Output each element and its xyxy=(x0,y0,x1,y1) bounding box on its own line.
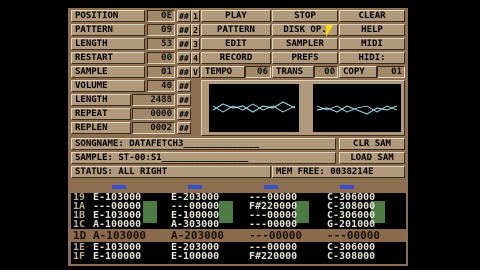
restart-num: 4 xyxy=(191,52,200,64)
clear-button[interactable]: CLEAR xyxy=(339,10,405,22)
songname-fill: ______________ xyxy=(183,139,260,149)
protracker-screen: POSITION 0E ## 1 PATTERN 09 ## 2 LENGTH … xyxy=(68,8,408,266)
channel1-glow xyxy=(143,201,157,223)
tempo-value[interactable]: 06 xyxy=(245,66,271,78)
restart-value: 00 xyxy=(147,52,175,64)
record-button[interactable]: RECORD xyxy=(201,52,271,64)
right-scope xyxy=(313,84,401,132)
left-scope-wave xyxy=(212,101,296,113)
length-label: LENGTH xyxy=(71,38,145,50)
sample-length-label: LENGTH xyxy=(71,94,131,106)
position-label: POSITION xyxy=(71,10,145,22)
replen-arrows[interactable]: ## xyxy=(177,122,191,134)
cursor-cell[interactable]: ---00000 xyxy=(327,229,380,242)
trans-label: TRANS xyxy=(272,66,314,78)
repeat-label: REPEAT xyxy=(71,108,131,120)
volume-arrows[interactable]: ## xyxy=(177,80,191,92)
copy-label: COPY xyxy=(339,66,377,78)
status-label: STATUS: xyxy=(75,167,113,177)
replen-label: REPLEN xyxy=(71,122,131,134)
stop-button[interactable]: STOP xyxy=(272,10,338,22)
pattern-cell[interactable]: E-100000 xyxy=(93,252,141,262)
sample-label: SAMPLE xyxy=(71,66,145,78)
sample-extra[interactable]: V xyxy=(191,66,200,78)
status-bar: STATUS: ALL RIGHT xyxy=(71,166,271,178)
vu-meter-2 xyxy=(188,185,202,189)
pattern-editor[interactable]: 19 E-103000 E-203000 ---00000 C-306000 1… xyxy=(71,193,406,264)
sample-length-arrows[interactable]: ## xyxy=(177,94,191,106)
pattern-num: 2 xyxy=(191,24,200,36)
volume-label: VOLUME xyxy=(71,80,145,92)
pattern-cell[interactable]: F#220000 xyxy=(249,252,297,262)
pattern-cell[interactable]: C-308000 xyxy=(327,252,375,262)
position-value: 0E xyxy=(147,10,175,22)
help-button[interactable]: HELP xyxy=(339,24,405,36)
restart-label: RESTART xyxy=(71,52,145,64)
sampler-button[interactable]: SAMPLER xyxy=(272,38,338,50)
sample-arrows[interactable]: ## xyxy=(177,66,191,78)
pattern-cell[interactable]: E-100000 xyxy=(171,252,219,262)
sample-length-value: 2488 xyxy=(132,94,175,106)
songname-field[interactable]: SONGNAME: DATAFETCH3______________ xyxy=(71,138,336,150)
midi-button[interactable]: MIDI xyxy=(339,38,405,50)
replen-value: 0002 xyxy=(132,122,175,134)
samplename-value: ST-00:S1 xyxy=(118,153,162,163)
copy-value[interactable]: 01 xyxy=(377,66,405,78)
sample-value: 01 xyxy=(147,66,175,78)
pattern-arrows[interactable]: ## xyxy=(177,24,191,36)
tempo-label: TEMPO xyxy=(201,66,245,78)
cursor-cell[interactable]: A-203000 xyxy=(171,229,224,242)
right-scope-wave xyxy=(316,105,398,115)
edit-button[interactable]: EDIT xyxy=(201,38,271,50)
mouse-pointer-icon xyxy=(326,25,333,37)
mem-free: MEM FREE: 0038214E xyxy=(272,166,405,178)
mem-free-label: MEM FREE: xyxy=(276,167,325,177)
position-arrows[interactable]: ## xyxy=(177,10,191,22)
songname-value: DATAFETCH3 xyxy=(129,139,184,149)
repeat-value: 0000 xyxy=(132,108,175,120)
load-sample-button[interactable]: LOAD SAM xyxy=(339,152,405,164)
songname-label: SONGNAME: xyxy=(75,139,124,149)
vu-meter-4 xyxy=(340,185,354,189)
position-num: 1 xyxy=(191,10,200,22)
samplename-fill: ________________ xyxy=(161,153,249,163)
cursor-cell[interactable]: A-103000 xyxy=(93,229,146,242)
channel2-glow xyxy=(219,201,233,223)
status-value: ALL RIGHT xyxy=(118,167,168,177)
mem-free-value: 0038214E xyxy=(330,167,374,177)
trans-value[interactable]: 00 xyxy=(314,66,338,78)
restart-arrows[interactable]: ## xyxy=(177,52,191,64)
samplename-field[interactable]: SAMPLE: ST-00:S1________________ xyxy=(71,152,336,164)
length-arrows[interactable]: ## xyxy=(177,38,191,50)
volume-value: 40 xyxy=(147,80,175,92)
cursor-cell[interactable]: ---00000 xyxy=(249,229,302,242)
pattern-value: 09 xyxy=(147,24,175,36)
pattern-button[interactable]: PATTERN xyxy=(201,24,271,36)
repeat-arrows[interactable]: ## xyxy=(177,108,191,120)
vu-meter-3 xyxy=(264,185,278,189)
vu-meter-1 xyxy=(112,185,126,189)
prefs-button[interactable]: PREFS xyxy=(272,52,338,64)
row-number: 1F xyxy=(73,251,86,262)
samplename-label: SAMPLE: xyxy=(75,153,113,163)
length-value: 53 xyxy=(147,38,175,50)
clear-sample-button[interactable]: CLR SAM xyxy=(339,138,405,150)
cursor-row[interactable]: 1D A-103000 A-203000 ---00000 ---00000 xyxy=(71,229,406,242)
cursor-row-number: 1D xyxy=(73,229,87,242)
pattern-label: PATTERN xyxy=(71,24,145,36)
left-scope xyxy=(209,84,299,132)
length-num: 3 xyxy=(191,38,200,50)
play-button[interactable]: PLAY xyxy=(201,10,271,22)
hidi-button[interactable]: HIDI: xyxy=(339,52,405,64)
